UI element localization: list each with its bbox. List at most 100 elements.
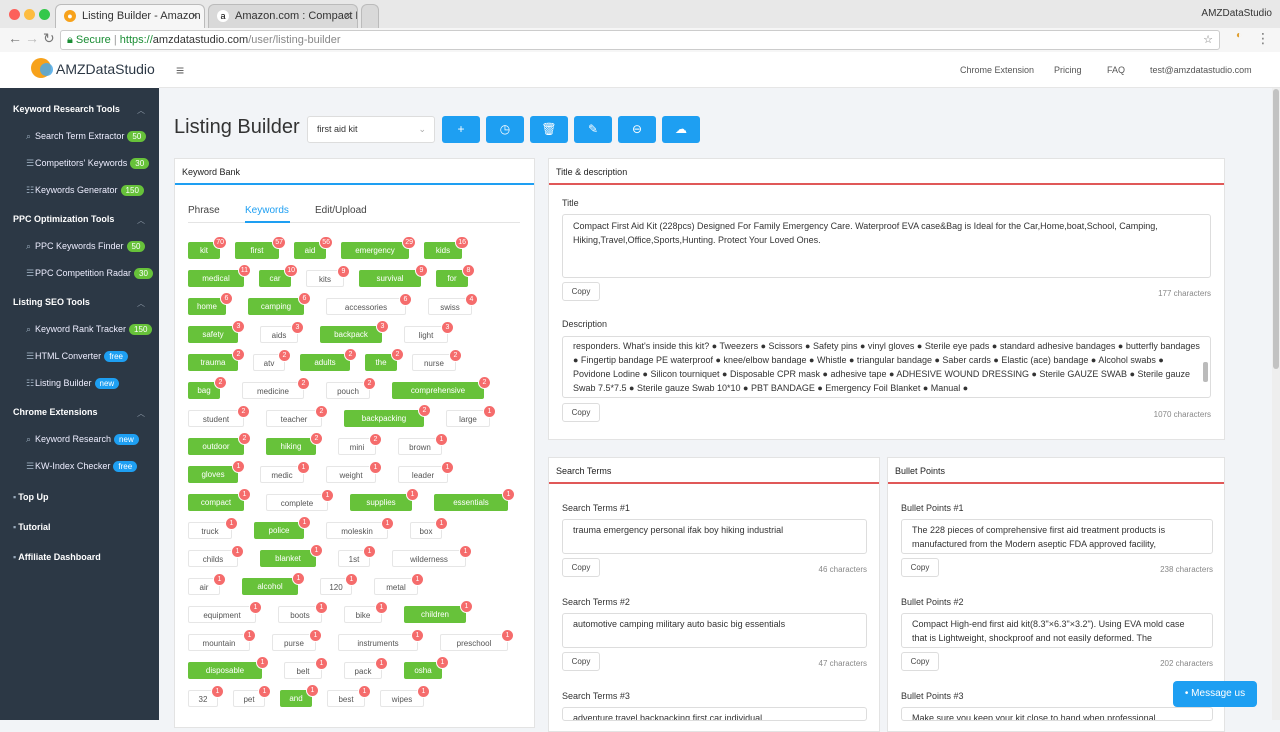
tab-phrase[interactable]: Phrase — [188, 205, 220, 216]
keyword-tag[interactable]: light3 — [404, 326, 448, 343]
close-window-icon[interactable] — [9, 9, 20, 20]
keyword-tag[interactable]: blanket1 — [260, 550, 316, 567]
sidebar-section-0[interactable]: Keyword Research Tools — [13, 104, 120, 114]
keyword-tag[interactable]: 321 — [188, 690, 218, 707]
keyword-tag[interactable]: police1 — [254, 522, 304, 539]
keyword-tag[interactable]: osha1 — [404, 662, 442, 679]
message-us-button[interactable]: • Message us — [1173, 681, 1257, 707]
keyword-tag[interactable]: safety3 — [188, 326, 238, 343]
keyword-tag[interactable]: box1 — [410, 522, 442, 539]
browser-user[interactable]: AMZDataStudio — [1201, 8, 1272, 19]
nav-chrome-extension[interactable]: Chrome Extension — [960, 65, 1034, 75]
delete-button[interactable]: 🗑︎ — [530, 116, 568, 143]
reload-icon[interactable]: ↻ — [43, 30, 55, 47]
add-button[interactable]: + — [442, 116, 480, 143]
keyword-tag[interactable]: children1 — [404, 606, 466, 623]
keyword-tag[interactable]: student2 — [188, 410, 244, 427]
search-terms-textarea[interactable]: automotive camping military auto basic b… — [562, 613, 867, 648]
keyword-tag[interactable]: and1 — [280, 690, 312, 707]
keyword-tag[interactable]: hiking2 — [266, 438, 316, 455]
chevron-up-icon[interactable]: ︿ — [137, 215, 145, 226]
page-scrollbar[interactable] — [1272, 88, 1280, 720]
new-tab-button[interactable] — [361, 4, 379, 28]
sidebar-item[interactable]: ⌕Keyword Rank Tracker150 — [26, 324, 152, 335]
keyword-tag[interactable]: belt1 — [284, 662, 322, 679]
keyword-tag[interactable]: car10 — [259, 270, 291, 287]
keyword-tag[interactable]: backpack3 — [320, 326, 382, 343]
keyword-tag[interactable]: home6 — [188, 298, 226, 315]
extension-icon[interactable]: ◐ — [1236, 30, 1242, 41]
keyword-tag[interactable]: accessories6 — [326, 298, 406, 315]
keyword-tag[interactable]: 1201 — [320, 578, 352, 595]
sidebar-item[interactable]: ☰PPC Competition Radar30 — [26, 268, 153, 279]
logo[interactable]: AMZDataStudio — [0, 52, 159, 88]
keyword-tag[interactable]: comprehensive2 — [392, 382, 484, 399]
keyword-tag[interactable]: aid56 — [294, 242, 326, 259]
keyword-tag[interactable]: disposable1 — [188, 662, 262, 679]
history-button[interactable]: ◷ — [486, 116, 524, 143]
keyword-tag[interactable]: supplies1 — [350, 494, 412, 511]
copy-bullet-points-button[interactable]: Copy — [901, 652, 939, 671]
keyword-tag[interactable]: first57 — [235, 242, 279, 259]
sidebar-bottom-item[interactable]: ▪Affiliate Dashboard — [13, 552, 101, 562]
keyword-tag[interactable]: pack1 — [344, 662, 382, 679]
close-tab-icon[interactable]: × — [192, 5, 198, 27]
nav-pricing[interactable]: Pricing — [1054, 65, 1082, 75]
keyword-tag[interactable]: childs1 — [188, 550, 238, 567]
edit-button[interactable]: ✎ — [574, 116, 612, 143]
sidebar-item[interactable]: ⌕PPC Keywords Finder50 — [26, 241, 145, 252]
copy-title-button[interactable]: Copy — [562, 282, 600, 301]
back-icon[interactable]: ← — [8, 30, 22, 46]
keyword-tag[interactable]: nurse2 — [412, 354, 456, 371]
keyword-tag[interactable]: wipes1 — [380, 690, 424, 707]
keyword-tag[interactable]: survival9 — [359, 270, 421, 287]
keyword-tag[interactable]: trauma2 — [188, 354, 238, 371]
keyword-tag[interactable]: aids3 — [260, 326, 298, 343]
sidebar-section-3[interactable]: Chrome Extensions — [13, 407, 98, 417]
sidebar-item[interactable]: ☰KW-Index Checkerfree — [26, 461, 137, 472]
chevron-up-icon[interactable]: ︿ — [137, 298, 145, 309]
keyword-tag[interactable]: gloves1 — [188, 466, 238, 483]
sidebar-section-2[interactable]: Listing SEO Tools — [13, 297, 90, 307]
keyword-tag[interactable]: swiss4 — [428, 298, 472, 315]
copy-description-button[interactable]: Copy — [562, 403, 600, 422]
keyword-tag[interactable]: pet1 — [233, 690, 265, 707]
keyword-tag[interactable]: emergency29 — [341, 242, 409, 259]
search-terms-textarea[interactable]: adventure travel backpacking first car i… — [562, 707, 867, 721]
copy-search-terms-button[interactable]: Copy — [562, 558, 600, 577]
keyword-tag[interactable]: adults2 — [300, 354, 350, 371]
hamburger-icon[interactable]: ≡ — [176, 62, 184, 78]
keyword-tag[interactable]: 1st1 — [338, 550, 370, 567]
zoom-window-icon[interactable] — [39, 9, 50, 20]
upload-button[interactable]: ☁︎ — [662, 116, 700, 143]
star-icon[interactable]: ☆ — [1203, 31, 1213, 49]
keyword-tag[interactable]: bike1 — [344, 606, 382, 623]
keyword-tag[interactable]: teacher2 — [266, 410, 322, 427]
remove-button[interactable]: ⊖ — [618, 116, 656, 143]
description-textarea[interactable]: responders. What's inside this kit? ● Tw… — [562, 336, 1211, 398]
sidebar-section-1[interactable]: PPC Optimization Tools — [13, 214, 114, 224]
keyword-tag[interactable]: air1 — [188, 578, 220, 595]
keyword-tag[interactable]: kit70 — [188, 242, 220, 259]
forward-icon[interactable]: → — [25, 30, 39, 46]
keyword-tag[interactable]: complete1 — [266, 494, 328, 511]
keyword-tag[interactable]: equipment1 — [188, 606, 256, 623]
keyword-tag[interactable]: truck1 — [188, 522, 232, 539]
title-textarea[interactable]: Compact First Aid Kit (228pcs) Designed … — [562, 214, 1211, 278]
menu-icon[interactable]: ⋮ — [1256, 30, 1270, 47]
keyword-tag[interactable]: leader1 — [398, 466, 448, 483]
keyword-tag[interactable]: brown1 — [398, 438, 442, 455]
keyword-tag[interactable]: large1 — [446, 410, 490, 427]
keyword-tag[interactable]: wilderness1 — [392, 550, 466, 567]
keyword-tag[interactable]: medical11 — [188, 270, 244, 287]
nav-faq[interactable]: FAQ — [1107, 65, 1125, 75]
bullet-points-textarea[interactable]: The 228 pieces of comprehensive first ai… — [901, 519, 1213, 554]
keyword-tag[interactable]: medic1 — [260, 466, 304, 483]
keyword-tag[interactable]: compact1 — [188, 494, 244, 511]
sidebar-item[interactable]: ⌕Keyword Researchnew — [26, 434, 139, 445]
keyword-tag[interactable]: preschool1 — [440, 634, 508, 651]
keyword-tag[interactable]: instruments1 — [338, 634, 418, 651]
bullet-points-textarea[interactable]: Make sure you keep your kit close to han… — [901, 707, 1213, 721]
sidebar-bottom-item[interactable]: ▪Tutorial — [13, 522, 51, 532]
keyword-tag[interactable]: best1 — [327, 690, 365, 707]
